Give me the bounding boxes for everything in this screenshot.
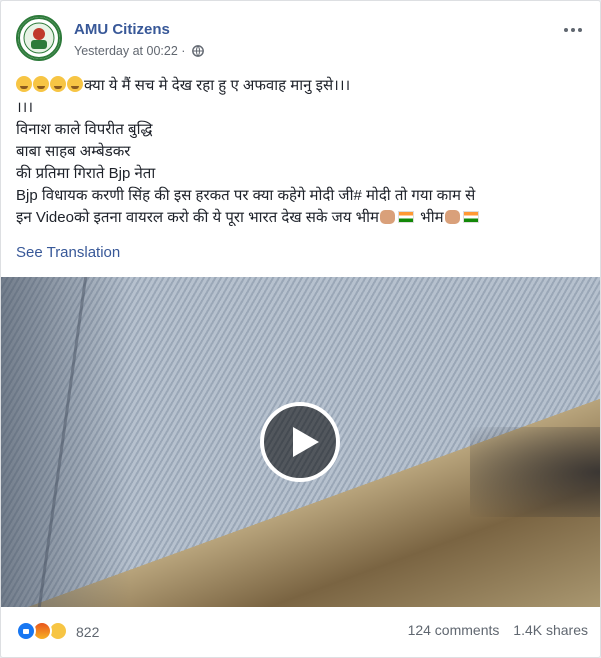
globe-icon <box>192 45 204 57</box>
thinking-face-icon <box>67 76 83 92</box>
like-icon <box>16 621 36 641</box>
thinking-face-icon <box>16 76 32 92</box>
post-text-line: ।।। <box>16 99 34 116</box>
india-flag-icon <box>462 211 479 223</box>
post-meta: Yesterday at 00:22 · <box>74 44 204 58</box>
video-frame-shade <box>1 277 131 607</box>
raised-fist-icon <box>444 210 460 224</box>
page-avatar[interactable] <box>16 15 62 61</box>
video-frame-detail <box>470 427 600 517</box>
post-text-line: बाबा साहब अम्बेडकर <box>16 143 131 160</box>
post-footer: 822 124 comments 1.4K shares <box>16 619 588 645</box>
post-card: AMU Citizens Yesterday at 00:22 · क्या य… <box>0 0 601 658</box>
thinking-face-icon <box>50 76 66 92</box>
comments-count-link[interactable]: 124 comments <box>408 622 500 638</box>
post-text-segment: क्या ये मैं सच मे देख रहा हु ए अफवाह मान… <box>84 77 351 94</box>
post-header: AMU Citizens Yesterday at 00:22 · <box>16 15 588 63</box>
post-text-line: इन Videoको इतना वायरल करो की ये पूरा भार… <box>16 207 586 229</box>
video-player[interactable] <box>1 277 600 607</box>
play-icon[interactable] <box>260 402 340 482</box>
shares-count-link[interactable]: 1.4K shares <box>513 622 588 638</box>
post-text: क्या ये मैं सच मे देख रहा हु ए अफवाह मान… <box>16 75 586 229</box>
thinking-face-icon <box>33 76 49 92</box>
post-text-line: Bjp विधायक करणी सिंह की इस हरकत पर क्या … <box>16 187 476 204</box>
post-text-line: क्या ये मैं सच मे देख रहा हु ए अफवाह मान… <box>16 75 586 97</box>
reaction-count[interactable]: 822 <box>76 624 99 640</box>
see-translation-link[interactable]: See Translation <box>16 244 120 261</box>
post-timestamp[interactable]: Yesterday at 00:22 <box>74 44 178 58</box>
page-name[interactable]: AMU Citizens <box>74 21 170 38</box>
post-text-line: की प्रतिमा गिराते Bjp नेता <box>16 165 156 182</box>
meta-separator: · <box>181 44 186 58</box>
post-text-line: विनाश काले विपरीत बुद्धि <box>16 121 153 138</box>
india-flag-icon <box>397 211 414 223</box>
post-text-segment: भीम <box>415 209 444 226</box>
post-stats: 124 comments 1.4K shares <box>398 622 588 638</box>
post-text-segment: इन Videoको इतना वायरल करो की ये पूरा भार… <box>16 209 379 226</box>
raised-fist-icon <box>379 210 395 224</box>
ellipsis-icon[interactable] <box>562 19 588 35</box>
